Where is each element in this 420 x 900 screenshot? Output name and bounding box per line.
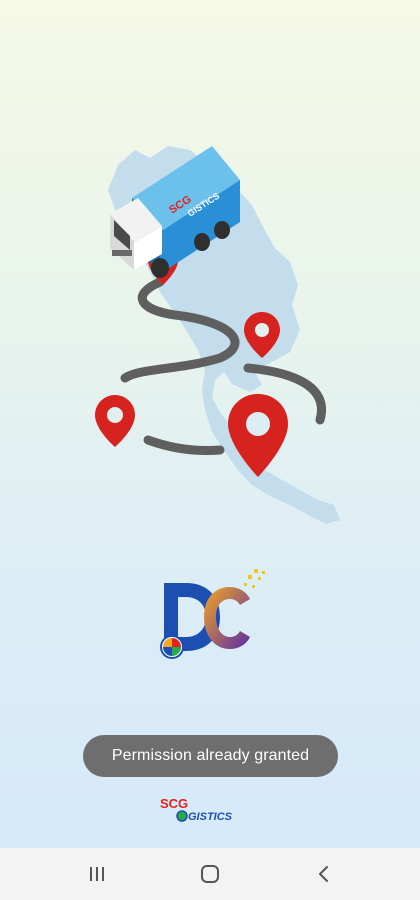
footer-brand-top: SCG <box>160 796 188 811</box>
system-navigation-bar <box>0 848 420 900</box>
scg-logistics-logo: SCG GISTICS <box>160 796 233 823</box>
scg-emblem-icon <box>160 635 184 659</box>
toast-message: Permission already granted <box>111 747 310 764</box>
permission-toast: Permission already granted <box>83 735 338 777</box>
back-icon <box>319 866 329 882</box>
recents-icon <box>89 867 104 881</box>
map-pin-icon <box>95 395 135 447</box>
back-button[interactable] <box>303 854 343 894</box>
footer-brand-bottom: GISTICS <box>188 811 233 823</box>
home-button[interactable] <box>190 854 230 894</box>
route-line <box>143 435 225 455</box>
dc-app-logo <box>160 569 265 659</box>
splash-illustration: SCG GISTICS <box>95 146 340 524</box>
footer-emblem-icon <box>176 810 188 822</box>
recents-button[interactable] <box>77 854 117 894</box>
sparkle-dots <box>244 569 265 588</box>
home-icon <box>200 865 219 883</box>
